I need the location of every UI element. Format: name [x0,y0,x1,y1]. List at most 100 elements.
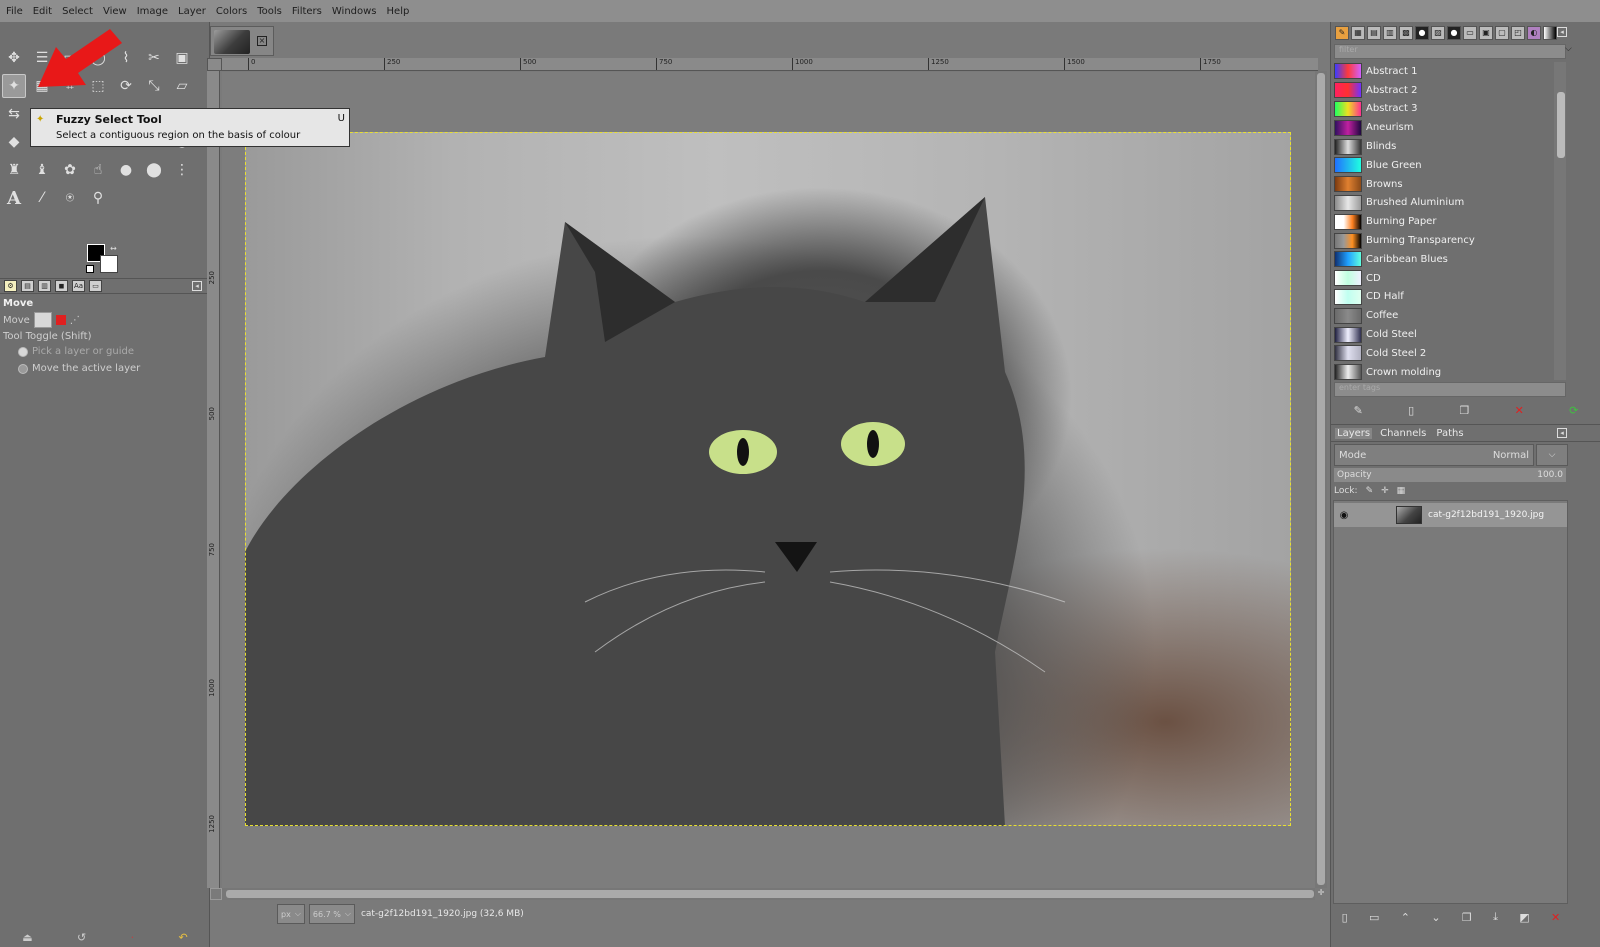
foreground-select-tool-icon[interactable]: ▣ [170,46,194,70]
images-tab-icon[interactable]: ◼ [55,280,68,292]
pick-layer-radio[interactable] [18,346,28,357]
lock-alpha-icon[interactable]: ▦ [1397,486,1406,496]
text-tool-icon[interactable]: A [2,186,26,210]
raise-layer-icon[interactable]: ⌃ [1401,911,1410,924]
swap-colors-icon[interactable]: ↔ [110,244,117,253]
brushes-tab-icon[interactable]: ✎ [1335,26,1349,40]
reset-colors-icon[interactable] [86,265,94,273]
menu-tools[interactable]: Tools [257,6,282,17]
gradient-item[interactable]: CD [1334,269,1554,288]
tab-channels[interactable]: Channels [1378,428,1428,439]
navigate-icon[interactable]: ✛ [1315,888,1327,900]
menu-windows[interactable]: Windows [332,6,377,17]
move-layer-mode-button[interactable] [33,312,52,328]
gradient-list[interactable]: Abstract 1 Abstract 2 Abstract 3 Aneurism Bl… [1334,62,1554,380]
colors-tab-icon[interactable]: ◐ [1527,26,1541,40]
templates-tab-icon[interactable]: ▭ [89,280,102,292]
new-layer-group-icon[interactable]: ▭ [1369,911,1379,924]
composite-mode-button[interactable]: ⌵ [1536,444,1568,466]
restore-options-icon[interactable]: ↺ [77,931,86,944]
menu-select[interactable]: Select [62,6,93,17]
vertical-scrollbar[interactable] [1315,71,1327,888]
edit-gradient-icon[interactable]: ✎ [1354,404,1363,417]
layers-menu-icon[interactable]: ◂ [1557,428,1567,438]
dynamics-tab-icon[interactable]: ● [1415,26,1429,40]
gradient-item[interactable]: Aneurism [1334,118,1554,137]
gradient-item[interactable]: Blue Green [1334,156,1554,175]
zoom-tool-icon[interactable]: ⚲ [86,186,110,210]
tab-layers[interactable]: Layers [1335,427,1373,439]
tab-paths[interactable]: Paths [1434,428,1465,439]
gradient-item[interactable]: Crown molding [1334,363,1554,380]
duplicate-gradient-icon[interactable]: ❐ [1459,404,1469,417]
menu-view[interactable]: View [103,6,127,17]
gradient-item[interactable]: Abstract 3 [1334,100,1554,119]
gradient-item[interactable]: Brushed Aluminium [1334,194,1554,213]
gradient-item[interactable]: Cold Steel [1334,325,1554,344]
gradient-item[interactable]: Abstract 2 [1334,81,1554,100]
menu-filters[interactable]: Filters [292,6,322,17]
layer-mask-icon[interactable]: ◩ [1519,911,1529,924]
menu-layer[interactable]: Layer [178,6,206,17]
mypaint-tab-icon[interactable]: ▨ [1431,26,1445,40]
document-history-tab-icon[interactable]: ▥ [1383,26,1397,40]
resources-menu-icon[interactable]: ◂ [1557,27,1567,37]
heal-tool-icon[interactable]: ♝ [30,158,54,182]
new-gradient-icon[interactable]: ▯ [1408,404,1414,417]
flip-tool-icon[interactable]: ⇆ [2,102,26,126]
lock-position-icon[interactable]: ✛ [1381,486,1389,496]
gradient-item[interactable]: Cold Steel 2 [1334,344,1554,363]
quick-mask-toggle[interactable] [210,888,222,900]
gradient-item[interactable]: Burning Transparency [1334,231,1554,250]
reset-options-icon[interactable]: ↶ [179,931,188,944]
move-path-mode-icon[interactable]: ⋰ [70,315,80,326]
measure-tool-icon[interactable]: ⋮ [170,158,194,182]
menu-image[interactable]: Image [137,6,168,17]
gradient-item[interactable]: Abstract 1 [1334,62,1554,81]
delete-layer-icon[interactable]: ✕ [1551,911,1560,924]
zoom-select[interactable]: 66.7 % ⌵ [308,904,355,924]
layer-name[interactable]: cat-g2f12bd191_1920.jpg [1428,510,1544,520]
move-active-layer-radio[interactable] [18,363,28,374]
gradient-item[interactable]: Blinds [1334,137,1554,156]
tags-input[interactable]: enter tags [1334,382,1566,397]
mypaint-brush-tool-icon[interactable]: ✿ [58,158,82,182]
blur-tool-icon[interactable]: ● [114,158,138,182]
close-tab-icon[interactable]: × [257,36,267,46]
new-layer-icon[interactable]: ▯ [1342,911,1348,924]
clone-tool-icon[interactable]: ♜ [2,158,26,182]
tool-options-menu-icon[interactable]: ◂ [192,281,202,291]
gradient-filter-input[interactable]: filter [1334,44,1566,59]
gradient-item[interactable]: Coffee [1334,306,1554,325]
histogram-tab-icon[interactable]: ◰ [1511,26,1525,40]
refresh-gradients-icon[interactable]: ⟳ [1569,404,1578,417]
gradient-item[interactable]: CD Half [1334,288,1554,307]
fonts-tab-icon[interactable]: Aa [72,280,85,292]
ruler-corner[interactable] [207,58,222,71]
undo-history-tab-icon[interactable]: ▥ [38,280,51,292]
patterns-tab-icon[interactable]: ▦ [1351,26,1365,40]
scissors-tool-icon[interactable]: ✂ [142,46,166,70]
layer-row[interactable]: ◉ cat-g2f12bd191_1920.jpg [1334,503,1567,527]
layer-mode-select[interactable]: Mode Normal [1334,444,1534,466]
templates-tab-icon[interactable]: ▢ [1495,26,1509,40]
menu-file[interactable]: File [6,6,23,17]
palettes-tab-icon[interactable]: ▩ [1399,26,1413,40]
duplicate-layer-icon[interactable]: ❐ [1462,911,1472,924]
smudge-tool-icon[interactable]: ☝ [86,158,110,182]
save-options-icon[interactable]: ⏏ [22,931,32,944]
background-color-swatch[interactable] [100,255,118,273]
device-status-tab-icon[interactable]: ▤ [21,280,34,292]
gradient-list-scroll-thumb[interactable] [1557,92,1565,158]
unit-select[interactable]: px ⌵ [277,904,305,924]
move-tool-icon[interactable]: ✥ [2,46,26,70]
dodge-burn-tool-icon[interactable]: ⬤ [142,158,166,182]
scale-tool-icon[interactable]: ⤡ [142,74,166,98]
lower-layer-icon[interactable]: ⌄ [1431,911,1440,924]
menu-colors[interactable]: Colors [216,6,247,17]
gradients-tab-icon[interactable] [1543,26,1557,40]
delete-options-icon[interactable]: · [131,931,135,944]
tool-presets-tab-icon[interactable]: ● [1447,26,1461,40]
menu-edit[interactable]: Edit [33,6,52,17]
color-picker-tool-icon[interactable]: ⁄ [30,186,54,210]
